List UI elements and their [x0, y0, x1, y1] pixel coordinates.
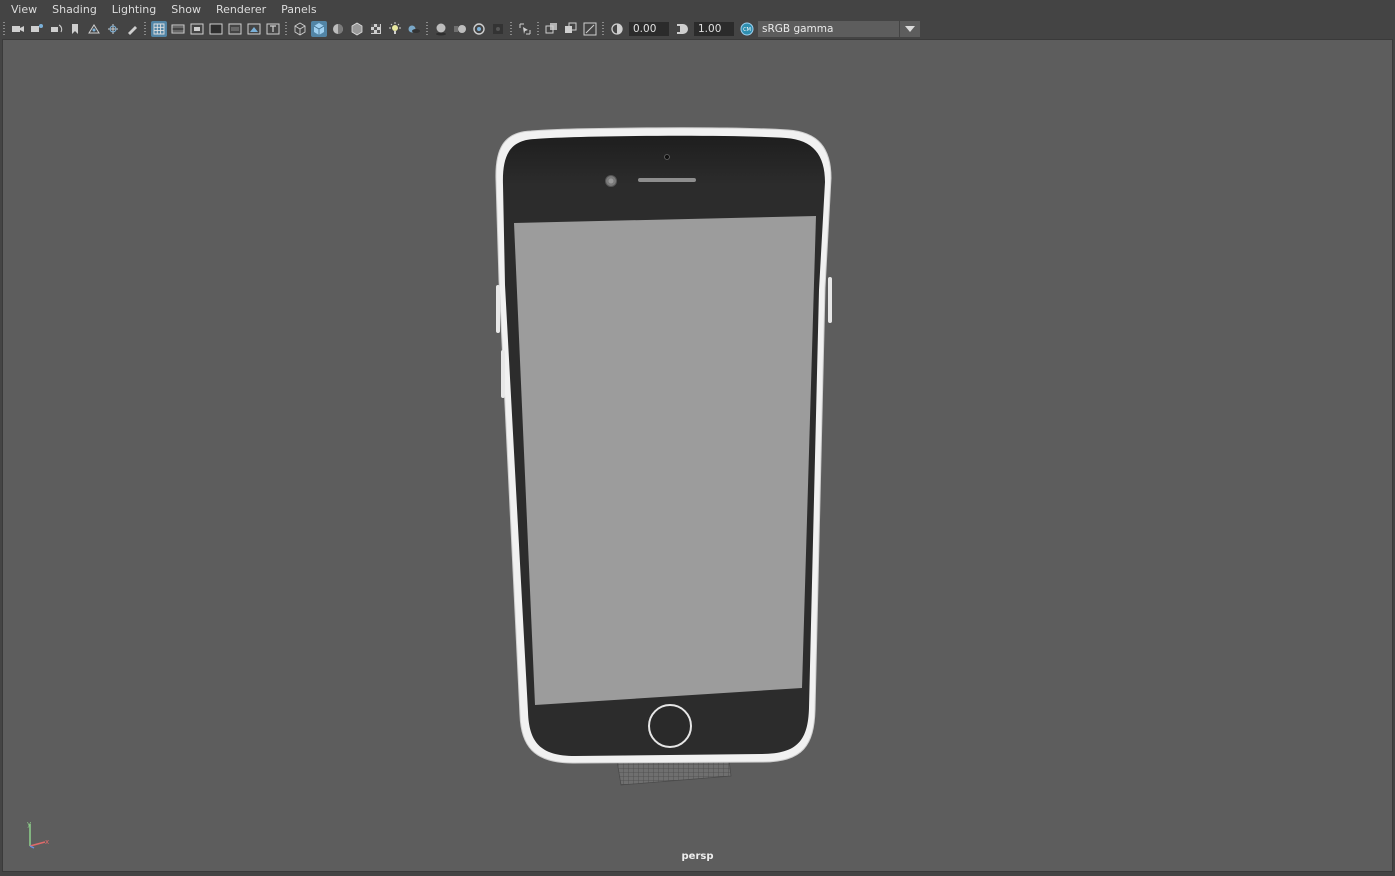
exposure-field[interactable]: 0.00	[629, 22, 669, 36]
volume-button-down	[501, 350, 505, 398]
resolution-gate-icon[interactable]	[189, 21, 205, 37]
grid-icon[interactable]	[150, 21, 167, 37]
view-transform-value: sRGB gamma	[762, 23, 834, 35]
svg-text:CM: CM	[743, 27, 751, 33]
toolbar-separator	[537, 22, 539, 36]
menu-show[interactable]: Show	[163, 0, 208, 19]
grease-pencil-icon[interactable]	[124, 21, 140, 37]
phone-model[interactable]	[3, 40, 1392, 871]
earpiece-speaker	[638, 178, 696, 182]
xray-icon[interactable]	[544, 21, 560, 37]
gate-mask-icon[interactable]	[208, 21, 224, 37]
depth-of-field-icon[interactable]	[490, 21, 506, 37]
view-axis-indicator: y x	[27, 820, 49, 849]
menu-panels[interactable]: Panels	[273, 0, 323, 19]
xray-joints-icon[interactable]	[582, 21, 598, 37]
wireframe-on-shaded-icon[interactable]	[349, 21, 365, 37]
bookmark-icon[interactable]	[67, 21, 83, 37]
multisample-aa-icon[interactable]	[471, 21, 487, 37]
axis-label-x: x	[45, 838, 49, 846]
screen-space-ao-icon[interactable]	[433, 21, 449, 37]
gamma-icon[interactable]	[674, 21, 690, 37]
color-management-toggle-icon[interactable]: CM	[739, 21, 755, 37]
toolbar-separator	[426, 22, 428, 36]
default-material-icon[interactable]	[330, 21, 346, 37]
toolbar-separator	[510, 22, 512, 36]
toolbar-separator	[285, 22, 287, 36]
viewport-toolbar: 0.00 1.00 CM sRGB gamma	[0, 19, 1395, 39]
toolbar-separator	[3, 22, 5, 36]
wireframe-icon[interactable]	[292, 21, 308, 37]
xray-active-components-icon[interactable]	[563, 21, 579, 37]
film-gate-icon[interactable]	[170, 21, 186, 37]
chevron-down-icon[interactable]	[899, 21, 920, 37]
camera-tumble-icon[interactable]	[48, 21, 64, 37]
image-plane-icon[interactable]	[86, 21, 102, 37]
camera-name-label: persp	[681, 851, 714, 862]
home-button	[648, 704, 692, 748]
toolbar-separator	[144, 22, 146, 36]
use-all-lights-icon[interactable]	[387, 21, 403, 37]
camera-select-icon[interactable]	[10, 21, 26, 37]
volume-button-up	[496, 285, 500, 333]
menu-lighting[interactable]: Lighting	[104, 0, 163, 19]
smooth-shade-icon[interactable]	[310, 21, 327, 37]
field-chart-icon[interactable]	[227, 21, 243, 37]
camera-attributes-icon[interactable]	[29, 21, 45, 37]
isolate-select-icon[interactable]	[517, 21, 533, 37]
gamma-field[interactable]: 1.00	[694, 22, 734, 36]
shadows-icon[interactable]	[406, 21, 422, 37]
view-transform-dropdown[interactable]: sRGB gamma	[758, 21, 920, 37]
menu-shading[interactable]: Shading	[44, 0, 104, 19]
viewport-panel[interactable]: y x persp	[2, 39, 1393, 872]
proximity-sensor	[664, 154, 670, 160]
menu-renderer[interactable]: Renderer	[208, 0, 273, 19]
viewport-menubar: View Shading Lighting Show Renderer Panels	[0, 0, 1395, 19]
motion-blur-icon[interactable]	[452, 21, 468, 37]
textured-icon[interactable]	[368, 21, 384, 37]
safe-title-icon[interactable]	[265, 21, 281, 37]
toolbar-separator	[602, 22, 604, 36]
safe-action-icon[interactable]	[246, 21, 262, 37]
menu-view[interactable]: View	[0, 0, 44, 19]
two-d-pan-zoom-icon[interactable]	[105, 21, 121, 37]
axis-label-y: y	[27, 820, 31, 828]
phone-screen	[514, 216, 816, 705]
exposure-icon[interactable]	[609, 21, 625, 37]
power-button	[828, 277, 832, 323]
